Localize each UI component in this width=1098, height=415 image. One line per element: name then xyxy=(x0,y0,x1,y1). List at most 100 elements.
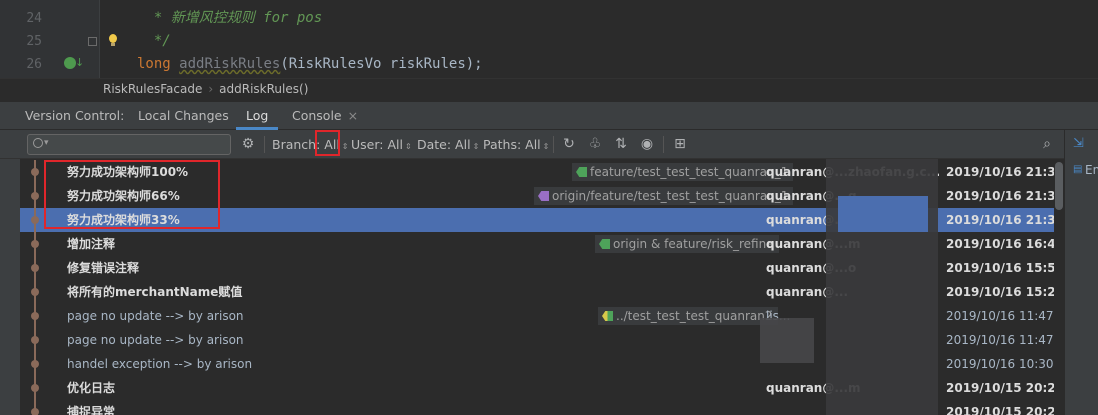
tag-icon xyxy=(599,239,610,249)
highlight-box-branch xyxy=(315,130,340,156)
commit-subject: handel exception --> by arison xyxy=(67,357,253,371)
scrollbar-thumb[interactable] xyxy=(1055,162,1063,210)
tool-window-title: Version Control: xyxy=(25,108,125,123)
commit-date: 2019/10/16 10:30 xyxy=(946,357,1054,371)
breadcrumb-class[interactable]: RiskRulesFacade xyxy=(103,82,202,96)
refresh-icon[interactable]: ↻ xyxy=(560,135,578,153)
commit-node-icon xyxy=(31,192,39,200)
commit-node-icon xyxy=(31,408,39,415)
commit-subject: 优化日志 xyxy=(67,381,116,395)
scrollbar[interactable] xyxy=(1054,160,1064,415)
paths-filter-label: Paths: All xyxy=(483,137,541,152)
commit-subject: page no update --> by arison xyxy=(67,333,244,347)
commit-date: 2019/10/16 16:44 xyxy=(946,237,1054,251)
commit-date: 2019/10/16 15:58 xyxy=(946,261,1054,275)
commit-date: 2019/10/16 21:35 xyxy=(946,165,1054,179)
search-icon xyxy=(33,138,43,148)
code-comment: */ xyxy=(137,33,171,49)
code-editor[interactable]: 24 * 新增风控规则 for pos 25 */ 26 ↓ long addR… xyxy=(0,0,1098,78)
ref-label: feature/test_test_test_quanran_1 xyxy=(572,163,794,181)
tab-console-label: Console xyxy=(292,108,342,123)
commit-node-icon xyxy=(31,288,39,296)
left-tool-strip xyxy=(0,130,20,415)
new-tab-icon[interactable]: ⊞ xyxy=(671,135,689,153)
tag-icon xyxy=(602,311,613,321)
commit-date: 2019/10/15 20:27 xyxy=(946,381,1054,395)
dropdown-arrow-icon: ⇕ xyxy=(542,142,550,151)
separator xyxy=(553,136,554,153)
dropdown-arrow-icon: ⇕ xyxy=(341,142,349,151)
user-filter-label: User: All xyxy=(351,137,403,152)
code-text: long addRiskRules(RiskRulesVo riskRules)… xyxy=(137,53,483,76)
commit-date: 2019/10/16 11:47 xyxy=(946,333,1054,347)
code-line: 25 */ xyxy=(0,30,1098,53)
cherry-pick-icon[interactable]: ♧ xyxy=(586,135,604,153)
log-toolbar: ▾ ⚙ Branch: All ⇕ User: All ⇕ Date: All ⇕ P… xyxy=(0,130,1064,159)
commit-node-icon xyxy=(31,312,39,320)
method-name: addRiskRules xyxy=(179,56,281,72)
commit-date: 2019/10/15 20:25 xyxy=(946,405,1054,415)
file-icon: ▤ xyxy=(1073,164,1083,175)
commit-node-icon xyxy=(31,264,39,272)
tab-local-changes[interactable]: Local Changes xyxy=(138,102,229,130)
redacted-region xyxy=(760,318,814,363)
ref-label: ../test_test_test_quanran2 xyxy=(598,307,778,325)
line-number: 26 xyxy=(26,57,42,72)
code-line: 24 * 新增风控规则 for pos xyxy=(0,7,1098,30)
redacted-region xyxy=(838,196,928,232)
date-filter-label: Date: All xyxy=(417,137,471,152)
ref-label: origin & feature/risk_refine xyxy=(595,235,779,253)
dropdown-arrow-icon: ⇕ xyxy=(472,142,480,151)
ref-name: origin/feature/test_test_test_quanran_1 xyxy=(552,189,789,203)
commit-subject: 捕捉异常 xyxy=(67,405,116,415)
commit-node-icon xyxy=(31,360,39,368)
gear-icon[interactable]: ⚙ xyxy=(239,135,257,153)
sort-icon[interactable]: ⇅ xyxy=(612,135,630,153)
tab-console[interactable]: Console × xyxy=(292,102,358,130)
commit-node-icon xyxy=(31,216,39,224)
search-field[interactable]: ▾ xyxy=(27,134,231,155)
ref-label: origin/feature/test_test_test_quanran_1 xyxy=(534,187,794,205)
commit-node-icon xyxy=(31,168,39,176)
highlight-box-commits xyxy=(44,160,220,229)
close-icon[interactable]: × xyxy=(348,108,358,123)
code-line: 26 ↓ long addRiskRules(RiskRulesVo riskR… xyxy=(0,53,1098,76)
chevron-right-icon: › xyxy=(208,82,214,96)
commit-node-icon xyxy=(31,336,39,344)
eye-icon[interactable]: ◉ xyxy=(638,135,656,153)
commit-date: 2019/10/16 15:23 xyxy=(946,285,1054,299)
separator xyxy=(663,136,664,153)
commit-date: 2019/10/16 21:35 xyxy=(946,189,1054,203)
fold-marker-icon[interactable] xyxy=(88,37,97,46)
branch-label: Branch: xyxy=(272,137,321,152)
lightbulb-icon[interactable] xyxy=(108,34,118,47)
line-number: 24 xyxy=(26,11,42,26)
commit-date: 2019/10/16 21:34 xyxy=(946,213,1054,227)
pin-icon[interactable]: ⇲ xyxy=(1073,136,1084,151)
params: (RiskRulesVo riskRules); xyxy=(280,56,483,72)
date-filter[interactable]: Date: All ⇕ xyxy=(417,130,479,161)
commit-subject: 增加注释 xyxy=(67,237,116,251)
tag-icon xyxy=(538,191,549,201)
breadcrumb-method[interactable]: addRiskRules() xyxy=(219,82,308,96)
dropdown-arrow-icon: ▾ xyxy=(44,138,49,148)
search-input[interactable] xyxy=(52,136,222,153)
right-tool-strip: ⇲ ▤ Em xyxy=(1064,130,1098,415)
search-icon[interactable]: ⌕ xyxy=(1038,135,1056,153)
paths-filter[interactable]: Paths: All ⇕ xyxy=(483,130,549,161)
commit-node-icon xyxy=(31,384,39,392)
commit-subject: page no update --> by arison xyxy=(67,309,244,323)
keyword: long xyxy=(137,56,171,72)
tab-log[interactable]: Log xyxy=(246,102,268,130)
ref-name: origin & feature/risk_refine xyxy=(613,237,774,251)
commit-subject: 将所有的merchantName赋值 xyxy=(67,285,243,299)
details-label[interactable]: Em xyxy=(1085,163,1098,177)
code-comment: * 新增风控规则 for pos xyxy=(137,10,323,26)
ref-name: ../test_test_test_quanran2 xyxy=(616,309,773,323)
commit-subject: 修复错误注释 xyxy=(67,261,140,275)
breadcrumb: RiskRulesFacade › addRiskRules() xyxy=(0,78,1098,100)
dropdown-arrow-icon: ⇕ xyxy=(404,142,412,151)
tool-window-header: Version Control: Local Changes Log Conso… xyxy=(0,101,1098,130)
user-filter[interactable]: User: All ⇕ xyxy=(351,130,412,161)
tag-icon xyxy=(576,167,587,177)
